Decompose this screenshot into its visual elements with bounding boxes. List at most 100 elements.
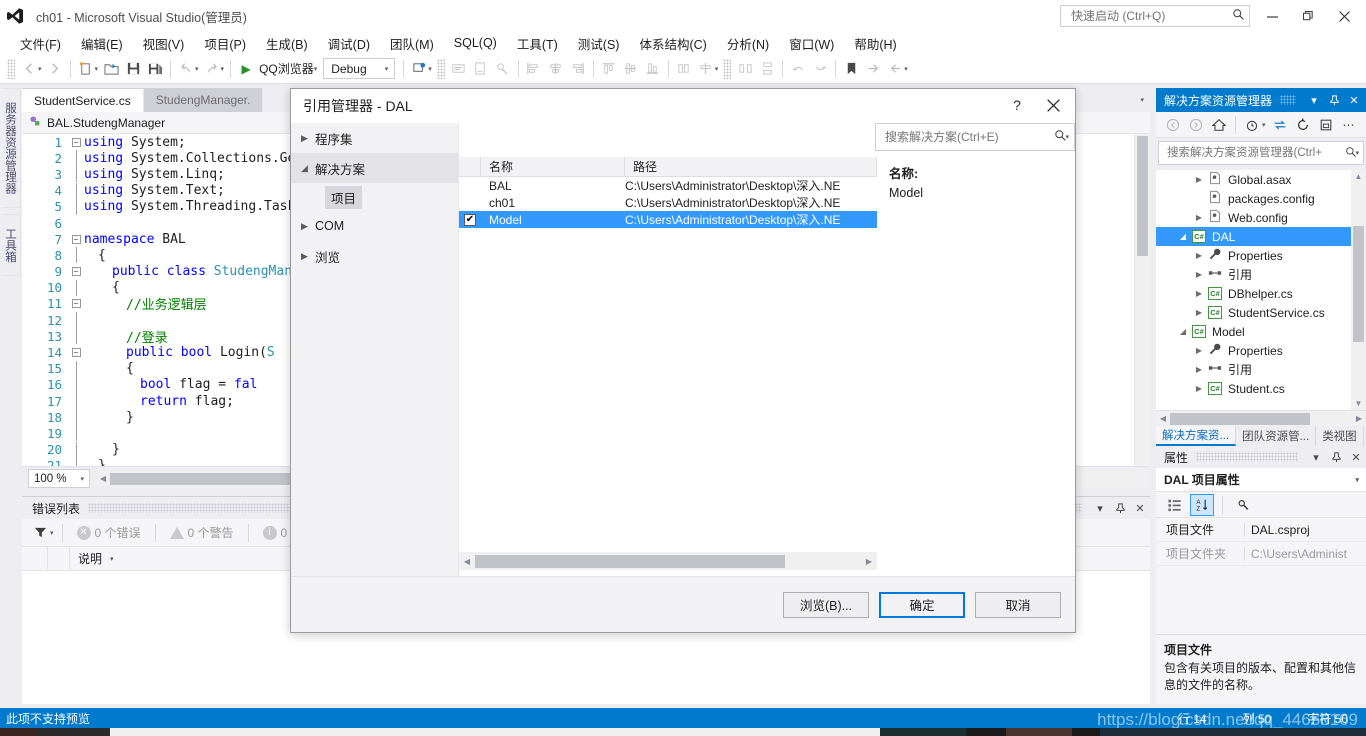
zoom-level-combo[interactable]: 100 % ▾ <box>28 469 90 488</box>
solution-tree-row[interactable]: packages.config <box>1156 189 1366 208</box>
attach-dropdown-icon[interactable]: ▾ <box>428 65 432 73</box>
property-value[interactable]: DAL.csproj <box>1244 522 1366 537</box>
solution-tree-hscroll-thumb[interactable] <box>1170 412 1310 425</box>
scroll-left-arrow-icon[interactable]: ◀ <box>459 557 475 566</box>
solution-explorer-drag-handle[interactable] <box>1280 95 1296 105</box>
menu-edit[interactable]: 编辑(E) <box>71 32 133 55</box>
ok-button[interactable]: 确定 <box>879 591 965 618</box>
previous-bookmark-icon[interactable] <box>884 58 906 80</box>
undo-icon[interactable] <box>175 58 197 80</box>
solution-tree-row[interactable]: ◢ C# DAL <box>1156 227 1366 246</box>
toggle-bookmark-icon[interactable] <box>840 58 862 80</box>
solution-tree-row[interactable]: ▶ Global.asax <box>1156 170 1366 189</box>
solution-tree-row[interactable]: ▶ C# StudentService.cs <box>1156 303 1366 322</box>
cancel-button[interactable]: 取消 <box>975 591 1061 618</box>
properties-object-selector[interactable]: DAL 项目属性 ▾ <box>1156 468 1366 492</box>
fold-collapse-icon[interactable]: − <box>68 234 84 244</box>
start-debug-dropdown-icon[interactable]: ▾ <box>314 65 318 73</box>
dialog-hscroll-thumb[interactable] <box>475 554 785 568</box>
collapse-all-icon[interactable] <box>1315 114 1337 136</box>
make-same-size-icon[interactable] <box>695 58 717 80</box>
align-rights-icon[interactable] <box>567 58 589 80</box>
close-icon[interactable]: ✕ <box>1130 498 1150 518</box>
tab-class-view[interactable]: 类视图 <box>1316 426 1364 446</box>
scroll-left-arrow-icon[interactable]: ◀ <box>96 474 110 483</box>
menu-view[interactable]: 视图(V) <box>133 32 195 55</box>
dialog-list-horizontal-scrollbar[interactable]: ◀ ▶ <box>459 552 877 570</box>
dialog-col-path[interactable]: 路径 <box>625 156 877 177</box>
property-value[interactable]: C:\Users\Administ <box>1244 546 1366 561</box>
chevron-right-icon[interactable]: ▶ <box>1192 175 1206 184</box>
editor-vertical-scroll-thumb[interactable] <box>1137 136 1148 256</box>
pin-icon[interactable] <box>1324 90 1344 110</box>
chevron-right-icon[interactable]: ▶ <box>1192 289 1206 298</box>
chevron-right-icon[interactable]: ▶ <box>1192 384 1206 393</box>
solution-tree-vertical-scrollbar[interactable]: ▲ ▼ <box>1351 170 1366 410</box>
solution-tree-row[interactable]: ▶ C# Student.cs <box>1156 379 1366 398</box>
chevron-right-icon[interactable]: ▶ <box>1192 251 1206 260</box>
menu-architecture[interactable]: 体系结构(C) <box>629 32 716 55</box>
properties-grid[interactable]: 项目文件 DAL.csproj 项目文件夹 C:\Users\Administ <box>1156 518 1366 566</box>
chevron-right-icon[interactable]: ▶ <box>1192 346 1206 355</box>
pending-changes-icon[interactable] <box>1241 114 1263 136</box>
solution-tree-row[interactable]: ▶ Properties <box>1156 246 1366 265</box>
fold-collapse-icon[interactable]: − <box>68 299 84 309</box>
menu-debug[interactable]: 调试(D) <box>318 32 380 55</box>
open-file-icon[interactable] <box>100 58 122 80</box>
properties-drag-handle[interactable] <box>1196 452 1298 462</box>
active-files-dropdown-icon[interactable]: ▾ <box>1140 96 1144 104</box>
scroll-up-arrow-icon[interactable]: ▲ <box>1355 172 1363 181</box>
fold-collapse-icon[interactable]: − <box>68 137 84 147</box>
panel-menu-icon[interactable]: ▾ <box>1306 447 1326 467</box>
start-debug-icon[interactable]: ▶ <box>235 58 257 80</box>
dialog-reference-row[interactable]: ✔ Model C:\Users\Administrator\Desktop\深入.… <box>459 211 877 228</box>
attach-process-icon[interactable] <box>408 58 430 80</box>
panel-menu-icon[interactable]: ▾ <box>1090 498 1110 518</box>
toolbar-grip[interactable] <box>7 58 15 79</box>
menu-build[interactable]: 生成(B) <box>256 32 318 55</box>
solution-explorer-search-input[interactable] <box>1165 146 1346 160</box>
property-row[interactable]: 项目文件 DAL.csproj <box>1156 518 1366 542</box>
toolbar-grip-3[interactable] <box>723 58 732 79</box>
comment-icon[interactable] <box>448 58 470 80</box>
solution-tree-row[interactable]: ▶ C# DBhelper.cs <box>1156 284 1366 303</box>
pin-icon[interactable] <box>1326 447 1346 467</box>
solution-tree-row[interactable]: ▶ Properties <box>1156 341 1366 360</box>
bring-to-front-icon[interactable] <box>787 58 809 80</box>
toolbar-grip-2[interactable] <box>436 58 445 79</box>
browse-button[interactable]: 浏览(B)... <box>783 591 869 618</box>
menu-tools[interactable]: 工具(T) <box>507 32 568 55</box>
filter-icon[interactable] <box>30 523 50 543</box>
horizontal-spacing-icon[interactable] <box>734 58 756 80</box>
chevron-right-icon[interactable]: ▶ <box>1192 308 1206 317</box>
dialog-reference-row[interactable]: ch01 C:\Users\Administrator\Desktop\深入.NE <box>459 194 877 211</box>
bookmark-toggle-icon[interactable] <box>492 58 514 80</box>
bookmark-dropdown-icon[interactable]: ▾ <box>904 65 908 73</box>
menu-window[interactable]: 窗口(W) <box>779 32 844 55</box>
dialog-search-box[interactable]: ▾ <box>875 123 1075 151</box>
property-pages-icon[interactable] <box>1231 494 1255 516</box>
redo-dropdown-icon[interactable]: ▾ <box>221 65 225 73</box>
vtab-toolbox[interactable]: 工具箱 <box>2 214 21 276</box>
error-count-chip[interactable]: ✕ 0 个错误 <box>69 524 149 541</box>
next-bookmark-icon[interactable] <box>862 58 884 80</box>
doc-tab-studentservice[interactable]: StudentService.cs <box>22 88 144 112</box>
dialog-category-solution[interactable]: ◢ 解决方案 <box>291 153 458 183</box>
scroll-right-arrow-icon[interactable]: ▶ <box>1352 414 1366 423</box>
vertical-spacing-icon[interactable] <box>756 58 778 80</box>
navigate-backward-icon[interactable] <box>18 58 40 80</box>
solution-tree-scroll-thumb[interactable] <box>1353 226 1364 342</box>
reference-checkbox[interactable]: ✔ <box>459 213 481 226</box>
quick-launch-input[interactable] <box>1069 8 1232 24</box>
dialog-category-com[interactable]: ▶ COM <box>291 211 458 241</box>
property-row[interactable]: 项目文件夹 C:\Users\Administ <box>1156 542 1366 566</box>
dialog-subcategory-projects[interactable]: 项目 <box>291 183 458 211</box>
navbar-type-name[interactable]: BAL.StudengManager <box>47 116 165 130</box>
tab-team-explorer[interactable]: 团队资源管... <box>1236 426 1317 446</box>
menu-test[interactable]: 测试(S) <box>568 32 630 55</box>
maximize-restore-button[interactable] <box>1290 1 1326 31</box>
align-centers-icon[interactable] <box>545 58 567 80</box>
help-button[interactable]: ? <box>999 91 1035 119</box>
vtab-server-explorer[interactable]: 服务器资源管理器 <box>2 88 21 208</box>
solution-tree-row[interactable]: ▶ 引用 <box>1156 265 1366 284</box>
